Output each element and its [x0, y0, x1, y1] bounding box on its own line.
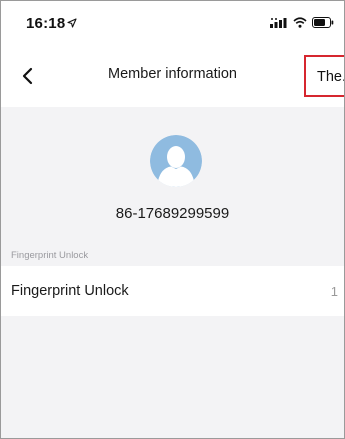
status-bar: 16:18 — [1, 1, 344, 41]
nav-right-highlight[interactable]: The. — [304, 55, 344, 97]
battery-icon — [312, 17, 334, 28]
wifi-icon — [293, 17, 307, 28]
signal-icon — [270, 18, 287, 28]
section-header: Fingerprint Unlock — [11, 250, 89, 261]
list-item-value: 1 — [330, 284, 338, 299]
page-title: Member information — [108, 66, 237, 82]
nav-right-button[interactable]: The. — [317, 69, 344, 85]
list-item-label: Fingerprint Unlock — [11, 283, 129, 299]
navigation-bar: Member information The. — [1, 41, 344, 107]
app-screen: 16:18 Member information The. 86-1768929… — [0, 0, 345, 439]
location-arrow-icon — [67, 18, 77, 28]
profile-section: 86-17689299599 — [1, 107, 344, 239]
list-item[interactable]: Fingerprint Unlock 1 — [1, 266, 344, 316]
member-phone: 86-17689299599 — [115, 205, 230, 222]
status-icons — [270, 17, 334, 28]
status-time: 16:18 — [26, 15, 77, 32]
user-avatar-icon — [150, 135, 202, 187]
